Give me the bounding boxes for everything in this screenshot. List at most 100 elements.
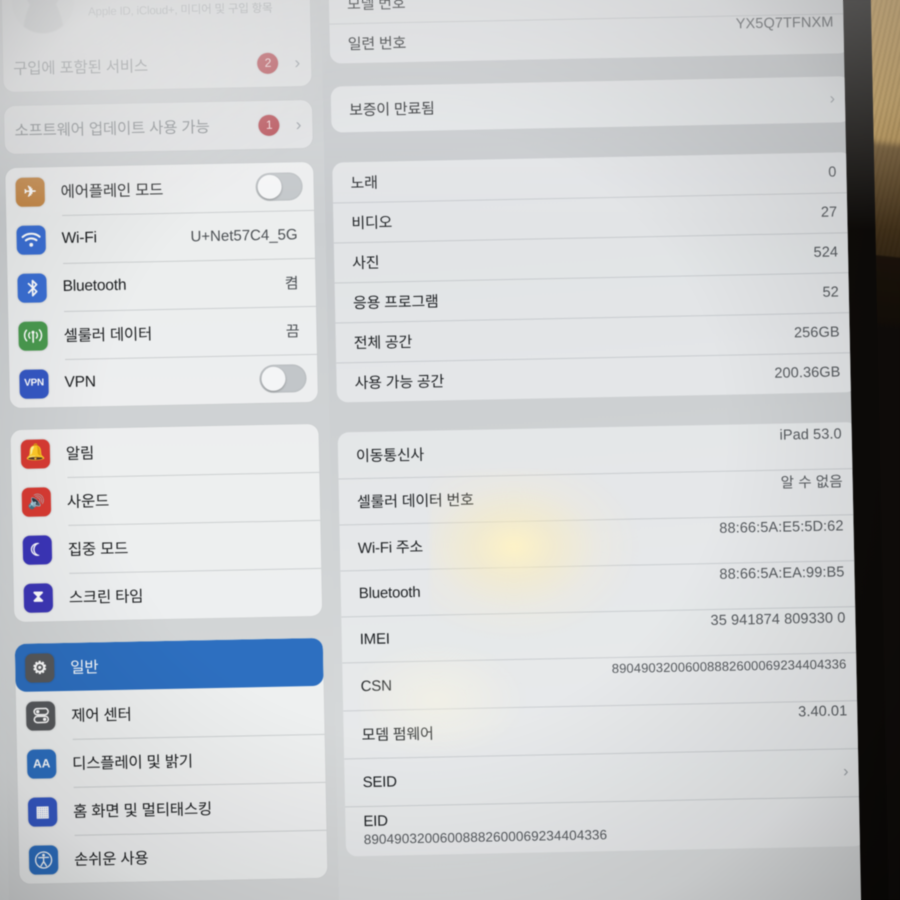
- storage-card: 노래 0 비디오 27 사진 524 응용 프로그램 52 전체 공간 256G…: [332, 152, 857, 403]
- airplane-mode-toggle[interactable]: [255, 172, 303, 202]
- included-services-badge: 2: [257, 52, 279, 74]
- sliders-icon: [25, 700, 56, 731]
- csn-label: CSN: [360, 676, 392, 695]
- sidebar-item-notifications[interactable]: 🔔 알림: [10, 424, 319, 478]
- chevron-right-icon: ›: [842, 763, 849, 781]
- imei-label: IMEI: [359, 630, 390, 648]
- carrier-label: 이동통신사: [355, 446, 425, 465]
- sounds-label: 사운드: [66, 493, 110, 511]
- videos-label: 비디오: [351, 213, 393, 232]
- vpn-label: VPN: [64, 373, 96, 391]
- seid-label: SEID: [362, 772, 397, 791]
- sidebar-item-display-brightness[interactable]: AA 디스플레이 및 밝기: [17, 734, 326, 788]
- row-eid: EID 89049032006008882600069234404336: [345, 796, 862, 856]
- serial-number-value: YX5Q7TFNXM: [735, 14, 834, 33]
- gear-icon: ⚙: [24, 652, 55, 683]
- ipad-screen: 공도현 Apple ID, iCloud+, 미디어 및 구입 항목 구입에 포…: [0, 0, 862, 900]
- sidebar-item-accessibility[interactable]: 손쉬운 사용: [19, 830, 328, 884]
- wifi-address-value: 88:66:5A:E5:5D:62: [719, 518, 844, 537]
- serial-number-label: 일련 번호: [347, 34, 407, 53]
- wifi-icon: [16, 224, 46, 255]
- total-capacity-label: 전체 공간: [353, 333, 413, 352]
- avatar: [11, 0, 75, 34]
- home-screen-label: 홈 화면 및 멀티태스킹: [72, 801, 213, 821]
- cellular-data-label: 셀룰러 데이터: [63, 326, 153, 345]
- sidebar-item-software-update[interactable]: 소프트웨어 업데이트 사용 가능 1 ›: [4, 100, 313, 154]
- vpn-icon: VPN: [19, 368, 49, 399]
- alerts-card: 🔔 알림 🔊 사운드 ☾ 집중 모드 ⧗ 스크린 타임: [10, 423, 323, 623]
- airplane-mode-label: 에어플레인 모드: [60, 181, 164, 202]
- songs-label: 노래: [350, 174, 378, 192]
- vpn-toggle[interactable]: [259, 364, 307, 394]
- sidebar-item-wifi[interactable]: Wi-Fi U+Net57C4_5G: [6, 210, 315, 264]
- control-center-label: 제어 센터: [71, 706, 132, 725]
- display-brightness-label: 디스플레이 및 밝기: [72, 753, 194, 773]
- notifications-label: 알림: [65, 445, 95, 463]
- sidebar-item-sounds[interactable]: 🔊 사운드: [11, 472, 320, 526]
- focus-label: 집중 모드: [67, 540, 129, 559]
- airplane-icon: ✈: [15, 176, 45, 207]
- photo-scene: 공도현 Apple ID, iCloud+, 미디어 및 구입 항목 구입에 포…: [0, 0, 900, 900]
- chevron-right-icon: ›: [294, 52, 301, 72]
- sidebar-item-screen-time[interactable]: ⧗ 스크린 타임: [13, 568, 322, 622]
- system-card: ⚙ 일반 제어 센터 AA 디스플레이 및 밝기 ▦ 홈 화면 및 멀티태스킹 …: [14, 637, 328, 884]
- sidebar-item-included-services[interactable]: 구입에 포함된 서비스 2 ›: [3, 38, 312, 92]
- software-update-label: 소프트웨어 업데이트 사용 가능: [14, 119, 210, 140]
- cellular-data-value: 끔: [285, 322, 300, 341]
- chevron-right-icon: ›: [829, 90, 836, 108]
- software-update-badge: 1: [258, 114, 280, 136]
- sidebar-item-cellular-data[interactable]: 셀룰러 데이터 끔: [8, 306, 317, 360]
- text-size-icon: AA: [26, 748, 57, 779]
- sidebar-item-focus[interactable]: ☾ 집중 모드: [12, 520, 321, 574]
- sidebar-item-home-screen[interactable]: ▦ 홈 화면 및 멀티태스킹: [18, 782, 327, 836]
- included-services-label: 구입에 포함된 서비스: [13, 58, 149, 78]
- model-number-label: 모델 번호: [346, 0, 406, 13]
- photos-value: 524: [813, 244, 839, 261]
- photos-label: 사진: [352, 254, 380, 272]
- carrier-value: iPad 53.0: [779, 426, 842, 444]
- warranty-card: 보증이 만료됨 ›: [330, 76, 852, 133]
- accessibility-label: 손쉬운 사용: [73, 850, 149, 869]
- videos-value: 27: [820, 204, 838, 221]
- bluetooth-icon: [17, 272, 47, 303]
- sidebar-item-general[interactable]: ⚙ 일반: [14, 637, 324, 693]
- about-detail-pane: 모델 번호 MHR63KH/A 일련 번호 YX5Q7TFNXM 보증이 만료됨…: [322, 0, 862, 900]
- home-grid-icon: ▦: [27, 796, 58, 827]
- available-capacity-value: 200.36GB: [774, 364, 841, 382]
- sidebar-item-bluetooth[interactable]: Bluetooth 켬: [7, 258, 316, 312]
- applications-value: 52: [822, 284, 840, 301]
- account-subtitle: Apple ID, iCloud+, 미디어 및 구입 항목: [87, 2, 273, 19]
- bell-icon: 🔔: [20, 438, 51, 469]
- bluetooth-value: 켬: [284, 274, 299, 293]
- bluetooth-address-value: 88:66:5A:EA:99:B5: [719, 564, 845, 583]
- total-capacity-value: 256GB: [793, 324, 840, 342]
- applications-label: 응용 프로그램: [352, 292, 439, 312]
- modem-firmware-value: 3.40.01: [798, 703, 848, 721]
- speaker-icon: 🔊: [21, 486, 52, 517]
- bluetooth-label: Bluetooth: [62, 276, 127, 295]
- wifi-address-label: Wi-Fi 주소: [357, 538, 424, 557]
- hourglass-icon: ⧗: [23, 582, 54, 613]
- network-card: 이동통신사 iPad 53.0 셀룰러 데이터 번호 알 수 없음 Wi-Fi …: [337, 422, 862, 857]
- row-warranty[interactable]: 보증이 만료됨 ›: [331, 76, 852, 132]
- identity-card: 모델 번호 MHR63KH/A 일련 번호 YX5Q7TFNXM: [328, 0, 851, 64]
- sidebar-item-vpn[interactable]: VPN VPN: [9, 354, 318, 408]
- account-row[interactable]: 공도현 Apple ID, iCloud+, 미디어 및 구입 항목: [1, 0, 310, 44]
- bluetooth-address-label: Bluetooth: [358, 583, 421, 602]
- wifi-value: U+Net57C4_5G: [190, 225, 298, 245]
- chevron-right-icon: ›: [295, 114, 302, 134]
- software-update-card: 소프트웨어 업데이트 사용 가능 1 ›: [3, 99, 313, 155]
- sidebar-item-control-center[interactable]: 제어 센터: [16, 686, 325, 740]
- available-capacity-label: 사용 가능 공간: [354, 372, 445, 392]
- csn-value: 89049032006008882600069234404336: [611, 655, 847, 676]
- accessibility-icon: [28, 844, 59, 875]
- modem-firmware-label: 모뎀 펌웨어: [361, 725, 434, 744]
- cellular-data-number-value: 알 수 없음: [780, 473, 843, 492]
- moon-icon: ☾: [22, 534, 53, 565]
- connectivity-card: ✈ 에어플레인 모드 Wi-Fi U+Net57C4_5G Bluetooth …: [5, 161, 318, 409]
- sidebar-item-airplane-mode[interactable]: ✈ 에어플레인 모드: [5, 162, 314, 216]
- cellular-data-number-label: 셀룰러 데이터 번호: [356, 491, 474, 511]
- imei-value: 35 941874 809330 0: [710, 610, 846, 630]
- warranty-label: 보증이 만료됨: [348, 99, 435, 119]
- songs-value: 0: [828, 164, 837, 181]
